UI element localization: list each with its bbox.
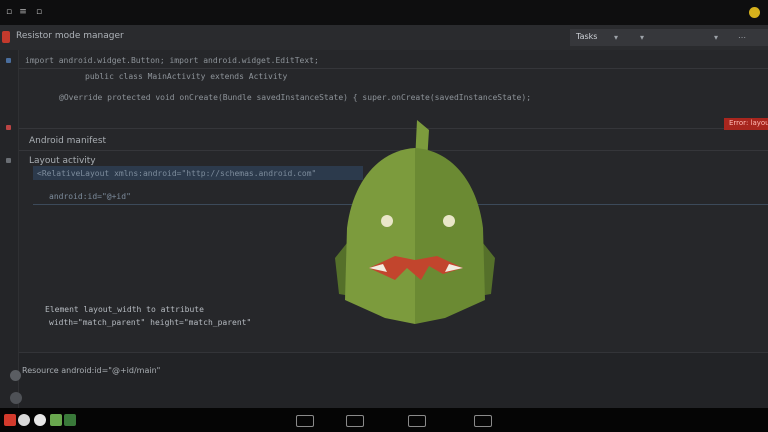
back-icon[interactable]: [296, 415, 314, 427]
app-icon[interactable]: [4, 414, 16, 426]
mascot-left-eye: [381, 215, 393, 227]
chevron-down-icon[interactable]: ▾: [614, 33, 618, 42]
menu-icon[interactable]: [474, 415, 492, 427]
error-text: Error: layout: [729, 119, 768, 127]
section-heading[interactable]: Layout activity: [29, 156, 96, 166]
editor-header: Resistor mode manager Tasks ▾ ▾ ▾ ⋯: [0, 25, 768, 51]
section-heading[interactable]: Android manifest: [29, 136, 106, 146]
code-line: Element layout_width to attribute: [45, 305, 204, 314]
status-icon[interactable]: [10, 392, 22, 404]
notification-icon[interactable]: [749, 7, 760, 18]
home-icon[interactable]: [346, 415, 364, 427]
marker-icon: [6, 58, 11, 63]
app-icon[interactable]: [64, 414, 76, 426]
code-line: android:id="@+id": [49, 192, 131, 201]
app-icon: [2, 31, 10, 43]
info-icon[interactable]: [10, 370, 21, 381]
line-gutter: [0, 50, 19, 408]
code-line: public class MainActivity extends Activi…: [85, 72, 288, 81]
menu-icon[interactable]: ≡: [18, 7, 28, 17]
recents-icon[interactable]: [408, 415, 426, 427]
fold-icon[interactable]: [6, 158, 11, 163]
tab-bar: Tasks ▾ ▾ ▾ ⋯: [570, 29, 768, 46]
taskbar: [0, 408, 768, 432]
notice-message: Resource android:id="@+id/main": [22, 366, 161, 375]
code-line: @Override protected void onCreate(Bundle…: [59, 93, 532, 102]
system-top-bar: ▫ ≡ ▫: [0, 0, 768, 25]
tab-tasks[interactable]: Tasks: [576, 32, 597, 41]
window-icon[interactable]: ▫: [34, 7, 44, 17]
window-title: Resistor mode manager: [16, 31, 124, 41]
android-mascot-icon: [335, 120, 495, 324]
code-line: import android.widget.Button; import and…: [25, 56, 319, 65]
more-icon[interactable]: ⋯: [738, 33, 746, 42]
output-panel: [19, 352, 768, 409]
code-line: width="match_parent" height="match_paren…: [49, 318, 252, 327]
app-icon[interactable]: [34, 414, 46, 426]
browser-icon[interactable]: [18, 414, 30, 426]
mascot-head-left: [345, 148, 415, 324]
mascot-head-right: [415, 148, 485, 324]
chevron-down-icon[interactable]: ▾: [640, 33, 644, 42]
error-marker-icon: [6, 125, 11, 130]
window-icon[interactable]: ▫: [4, 7, 14, 17]
selected-code-line[interactable]: <RelativeLayout xmlns:android="http://sc…: [37, 169, 316, 178]
divider: [19, 68, 768, 69]
mascot-right-eye: [443, 215, 455, 227]
chevron-down-icon[interactable]: ▾: [714, 33, 718, 42]
android-icon[interactable]: [50, 414, 62, 426]
